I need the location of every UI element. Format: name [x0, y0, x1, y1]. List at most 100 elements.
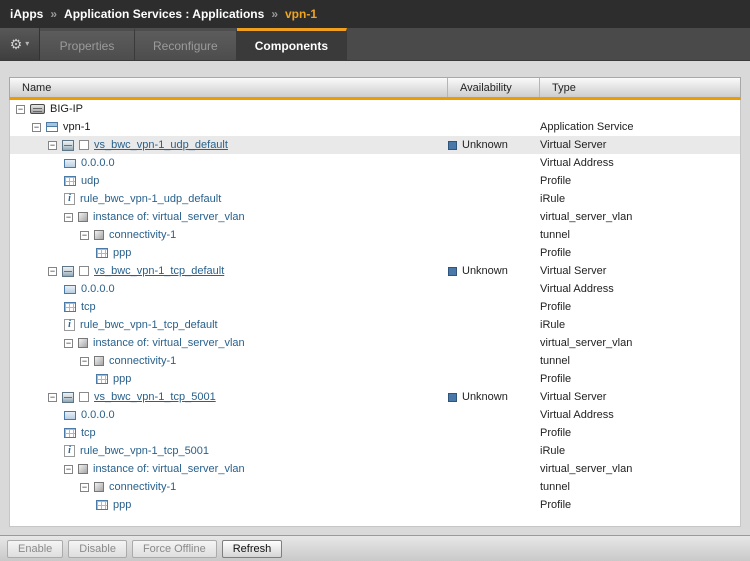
table-row[interactable]: 0.0.0.0Virtual Address [10, 406, 740, 424]
row-label[interactable]: tcp [81, 427, 96, 439]
table-row[interactable]: tcpProfile [10, 424, 740, 442]
row-label[interactable]: connectivity-1 [109, 229, 176, 241]
table-row[interactable]: rule_bwc_vpn-1_tcp_defaultiRule [10, 316, 740, 334]
name-cell: 0.0.0.0 [10, 280, 448, 298]
row-label[interactable]: vs_bwc_vpn-1_tcp_5001 [94, 391, 216, 403]
settings-menu-button[interactable]: ⚙ ▾ [0, 28, 40, 60]
row-label[interactable]: rule_bwc_vpn-1_udp_default [80, 193, 221, 205]
table-row[interactable]: −instance of: virtual_server_vlanvirtual… [10, 334, 740, 352]
profile-icon [96, 500, 108, 510]
table-row[interactable]: −vs_bwc_vpn-1_tcp_5001UnknownVirtual Ser… [10, 388, 740, 406]
row-label[interactable]: connectivity-1 [109, 355, 176, 367]
row-label[interactable]: ppp [113, 247, 131, 259]
row-label[interactable]: rule_bwc_vpn-1_tcp_default [80, 319, 218, 331]
type-cell: Virtual Address [540, 280, 740, 298]
row-label[interactable]: connectivity-1 [109, 481, 176, 493]
collapse-icon[interactable]: − [64, 465, 73, 474]
table-row[interactable]: −vpn-1Application Service [10, 118, 740, 136]
table-row[interactable]: − instance of: virtual_server_vlan virtual… [10, 460, 740, 478]
breadcrumb-path[interactable]: Application Services : Applications [64, 7, 264, 21]
table-row[interactable]: −connectivity-1tunnel [10, 226, 740, 244]
collapse-icon[interactable]: − [48, 267, 57, 276]
row-checkbox[interactable] [79, 140, 89, 150]
collapse-icon[interactable]: − [64, 339, 73, 348]
type-cell: Virtual Server [540, 262, 740, 280]
collapse-icon[interactable]: − [64, 213, 73, 222]
gear-icon: ⚙ [10, 37, 23, 51]
table-row[interactable]: 0.0.0.0 Virtual Address [10, 280, 740, 298]
table-row[interactable]: −vs_bwc_vpn-1_udp_defaultUnknownVirtual … [10, 136, 740, 154]
availability-text: Unknown [462, 391, 508, 403]
tab-properties[interactable]: Properties [40, 28, 135, 60]
table-header: Name Availability Type [9, 77, 741, 100]
row-label[interactable]: 0.0.0.0 [81, 283, 115, 295]
collapse-icon[interactable]: − [80, 231, 89, 240]
table-row[interactable]: −instance of: virtual_server_vlanvirtual… [10, 208, 740, 226]
availability-cell [448, 316, 540, 334]
chevron-down-icon: ▾ [25, 40, 29, 48]
collapse-icon[interactable]: − [80, 483, 89, 492]
row-label[interactable]: instance of: virtual_server_vlan [93, 211, 245, 223]
collapse-icon[interactable]: − [48, 393, 57, 402]
table-row[interactable]: − connectivity-1 tunnel [10, 478, 740, 496]
table-row[interactable]: pppProfile [10, 496, 740, 514]
table-row[interactable]: −vs_bwc_vpn-1_tcp_defaultUnknownVirtual … [10, 262, 740, 280]
row-label[interactable]: instance of: virtual_server_vlan [93, 463, 245, 475]
tunnel-icon [94, 482, 104, 492]
type-cell: tunnel [540, 478, 740, 496]
refresh-button[interactable]: Refresh [222, 540, 283, 558]
collapse-icon[interactable]: − [32, 123, 41, 132]
enable-button[interactable]: Enable [7, 540, 63, 558]
name-cell: 0.0.0.0 [10, 154, 448, 172]
row-checkbox[interactable] [79, 392, 89, 402]
irule-icon [64, 319, 75, 331]
collapse-icon[interactable]: − [80, 357, 89, 366]
type-cell: iRule [540, 190, 740, 208]
table-row[interactable]: −BIG-IP [10, 100, 740, 118]
name-cell: udp [10, 172, 448, 190]
force-offline-button[interactable]: Force Offline [132, 540, 217, 558]
table-row[interactable]: rule_bwc_vpn-1_udp_default iRule [10, 190, 740, 208]
collapse-icon[interactable]: − [48, 141, 57, 150]
irule-icon [64, 193, 75, 205]
table-row[interactable]: pppProfile [10, 370, 740, 388]
name-cell: − vs_bwc_vpn-1_tcp_5001 [10, 388, 448, 406]
name-cell: −vpn-1 [10, 118, 448, 136]
name-cell: − connectivity-1 [10, 352, 448, 370]
virtual-server-icon [62, 266, 74, 277]
row-label[interactable]: ppp [113, 373, 131, 385]
name-cell: − vs_bwc_vpn-1_udp_default [10, 136, 448, 154]
row-label[interactable]: 0.0.0.0 [81, 157, 115, 169]
row-label[interactable]: rule_bwc_vpn-1_tcp_5001 [80, 445, 209, 457]
type-cell: Profile [540, 172, 740, 190]
disable-button[interactable]: Disable [68, 540, 127, 558]
availability-cell [448, 352, 540, 370]
row-label[interactable]: tcp [81, 301, 96, 313]
row-label[interactable]: instance of: virtual_server_vlan [93, 337, 245, 349]
availability-cell [448, 334, 540, 352]
table-row[interactable]: tcp Profile [10, 298, 740, 316]
table-row[interactable]: pppProfile [10, 244, 740, 262]
row-label[interactable]: ppp [113, 499, 131, 511]
name-cell: − connectivity-1 [10, 226, 448, 244]
type-cell: virtual_server_vlan [540, 460, 740, 478]
table-row[interactable]: rule_bwc_vpn-1_tcp_5001iRule [10, 442, 740, 460]
row-label[interactable]: 0.0.0.0 [81, 409, 115, 421]
type-cell: Virtual Address [540, 154, 740, 172]
row-label[interactable]: udp [81, 175, 99, 187]
tab-components[interactable]: Components [237, 28, 347, 60]
row-label[interactable]: vs_bwc_vpn-1_tcp_default [94, 265, 224, 277]
row-checkbox[interactable] [79, 266, 89, 276]
availability-cell [448, 460, 540, 478]
row-label[interactable]: vs_bwc_vpn-1_udp_default [94, 139, 228, 151]
table-row[interactable]: udp Profile [10, 172, 740, 190]
table-row[interactable]: −connectivity-1tunnel [10, 352, 740, 370]
type-cell: Profile [540, 298, 740, 316]
breadcrumb-section[interactable]: iApps [10, 7, 43, 21]
tab-list: PropertiesReconfigureComponents [40, 28, 347, 60]
components-panel: Name Availability Type −BIG-IP−vpn-1Appl… [0, 61, 750, 527]
availability-cell [448, 244, 540, 262]
tab-reconfigure[interactable]: Reconfigure [135, 28, 237, 60]
collapse-icon[interactable]: − [16, 105, 25, 114]
table-row[interactable]: 0.0.0.0 Virtual Address [10, 154, 740, 172]
